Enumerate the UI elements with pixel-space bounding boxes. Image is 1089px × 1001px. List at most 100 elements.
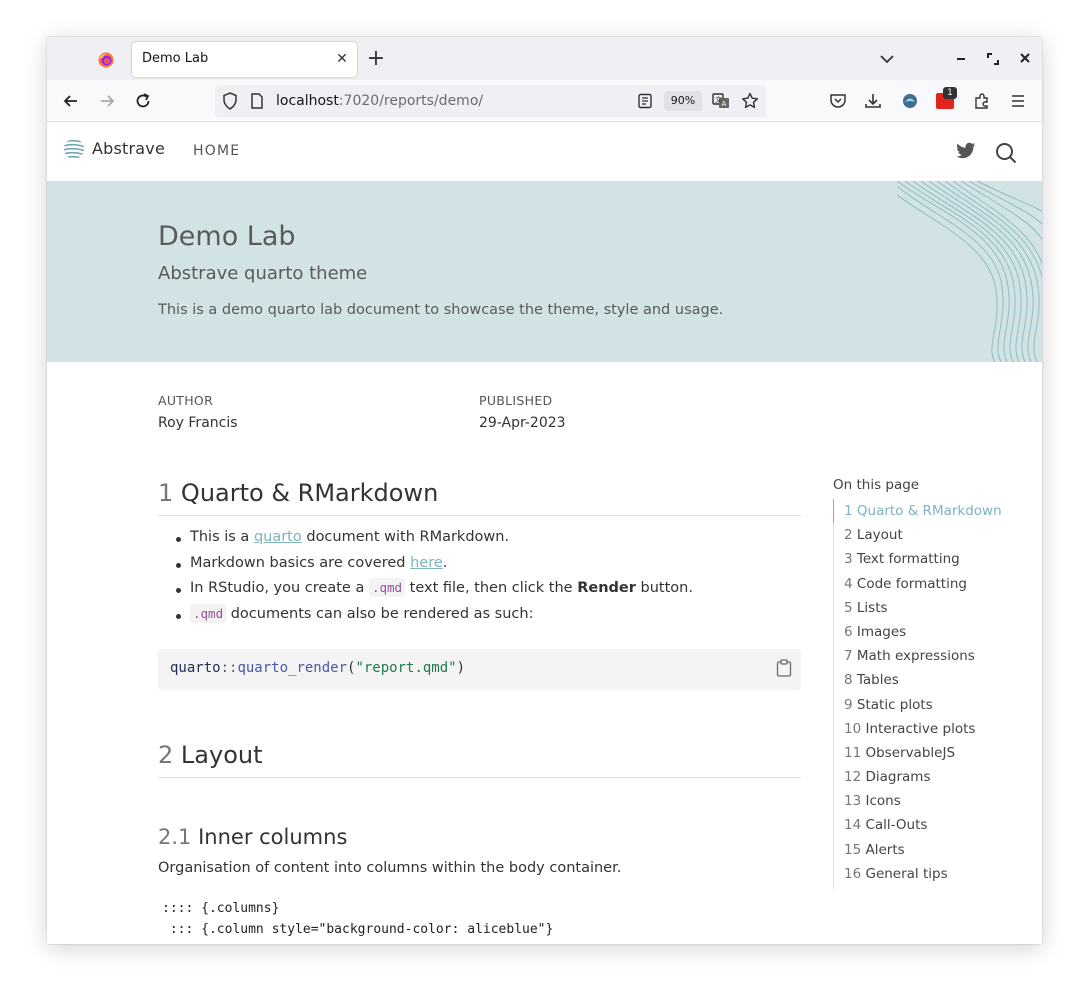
inline-code: .qmd [368,578,406,597]
text: Markdown basics are covered [190,554,411,571]
toc-item-label: Code formatting [856,575,967,592]
toc-item[interactable]: 7 Math expressions [834,647,1033,671]
address-bar[interactable]: localhost:7020/reports/demo/ 90% 文 A [215,85,766,117]
toc-item-label: ObservableJS [865,744,956,761]
list-item: This is a quarto document with RMarkdown… [176,529,693,555]
url-host: localhost [276,93,339,109]
section-number: 2 [158,741,174,769]
minimize-icon[interactable] [953,49,969,69]
translate-icon[interactable]: 文 A [712,92,730,110]
toc-item-label: Tables [856,672,899,689]
toc-item[interactable]: 8 Tables [834,671,1033,695]
toc-item-number: 12 [844,769,862,786]
toc-item-label: Diagrams [865,769,931,786]
toc-item[interactable]: 10 Interactive plots [834,720,1033,744]
maximize-icon[interactable] [985,51,1001,67]
section-heading-quarto: 1 Quarto & RMarkdown [158,479,801,516]
forward-arrow-icon[interactable] [98,92,116,110]
toc-item-number: 5 [844,599,853,616]
toc-item-label: Quarto & RMarkdown [856,503,1002,519]
toc-item[interactable]: 5 Lists [834,599,1033,623]
toc-item-label: Lists [856,599,888,616]
toc-item-label: Alerts [865,841,905,858]
toc-item[interactable]: 4 Code formatting [834,575,1033,599]
reader-view-icon[interactable] [637,93,653,109]
toc-item[interactable]: 1 Quarto & RMarkdown [833,498,1033,526]
url-text[interactable]: localhost:7020/reports/demo/ [276,93,483,109]
text: documents can also be rendered as such: [226,605,534,622]
toc-item-label: Icons [865,793,901,810]
toc-item-label: General tips [865,865,948,882]
toc-item-number: 2 [844,527,853,544]
toc-item-number: 11 [844,744,862,761]
extensions-puzzle-icon[interactable] [973,92,991,110]
new-tab-icon[interactable]: + [365,48,387,70]
toc-item-number: 4 [844,575,853,592]
back-arrow-icon[interactable] [62,92,80,110]
toc-item-number: 6 [844,623,853,640]
text: document with RMarkdown. [301,529,510,545]
toc-item[interactable]: 15 Alerts [834,841,1033,865]
section-title: Quarto & RMarkdown [180,479,439,507]
menu-hamburger-icon[interactable] [1009,92,1027,110]
bookmark-star-icon[interactable] [741,92,759,110]
toc-item-number: 14 [844,817,862,834]
extension-bird-icon[interactable] [901,92,919,110]
toc-item-number: 16 [844,865,862,882]
toc-item[interactable]: 11 ObservableJS [834,744,1033,768]
toc-item-number: 1 [844,503,853,519]
toc-item[interactable]: 2 Layout [834,526,1033,550]
toc-list: 1 Quarto & RMarkdown 2 Layout 3 Text forma… [833,498,1033,889]
reload-icon[interactable] [134,92,152,110]
text: . [442,554,448,571]
search-icon[interactable] [995,142,1017,164]
chevron-down-icon[interactable] [877,49,897,69]
code-block[interactable]: quarto::quarto_render("report.qmd") [158,649,801,690]
abstrave-logo-icon[interactable] [63,138,85,160]
nav-home-link[interactable]: HOME [193,143,240,159]
toc-item[interactable]: 16 General tips [834,865,1033,889]
downloads-icon[interactable] [864,92,882,110]
clipboard-copy-icon[interactable] [776,659,792,677]
zoom-level-badge[interactable]: 90% [664,91,702,111]
extension-badge: 1 [943,87,957,99]
toc-item[interactable]: 6 Images [834,623,1033,647]
section-title: Layout [180,741,263,769]
quarto-link[interactable]: quarto [254,529,302,545]
code-text[interactable]: quarto::quarto_render("report.qmd") [170,660,465,676]
section-heading-layout: 2 Layout [158,741,801,778]
author-label: AUTHOR [158,393,214,408]
toc-item-number: 8 [844,672,853,689]
published-value: 29-Apr-2023 [479,415,566,431]
site-header: Abstrave HOME [47,122,1042,181]
twitter-icon[interactable] [956,142,976,160]
toc-item[interactable]: 3 Text formatting [834,550,1033,574]
tab-demo-lab[interactable]: Demo Lab ✕ [132,42,357,77]
bullet-list: This is a quarto document with RMarkdown… [176,529,693,631]
toc-item[interactable]: 13 Icons [834,792,1033,816]
toc-item-label: Static plots [856,696,933,713]
toc-item[interactable]: 9 Static plots [834,696,1033,720]
code-token: quarto [170,660,221,676]
toc-item[interactable]: 14 Call-Outs [834,816,1033,840]
toc-item[interactable]: 12 Diagrams [834,768,1033,792]
window-close-icon[interactable] [1017,50,1033,66]
page-icon[interactable] [250,93,264,109]
firefox-icon[interactable] [98,52,114,68]
shield-icon[interactable] [222,92,238,110]
list-item: Markdown basics are covered here. [176,555,693,581]
code-token: "report.qmd" [355,660,457,676]
extension-counter-icon[interactable]: 1 [936,87,957,110]
pocket-icon[interactable] [829,92,847,110]
here-link[interactable]: here [410,555,443,571]
list-item: .qmd documents can also be rendered as s… [176,603,693,632]
paragraph: Organisation of content into columns wit… [158,860,622,876]
page-title: Demo Lab [158,221,296,252]
subsection-number: 2.1 [158,825,192,849]
section-number: 1 [158,479,174,507]
tab-strip: Demo Lab ✕ + [47,37,1042,80]
toc-item-number: 10 [844,720,862,737]
decorative-waves [897,181,1042,362]
brand-name[interactable]: Abstrave [92,139,165,158]
close-tab-icon[interactable]: ✕ [333,50,351,68]
